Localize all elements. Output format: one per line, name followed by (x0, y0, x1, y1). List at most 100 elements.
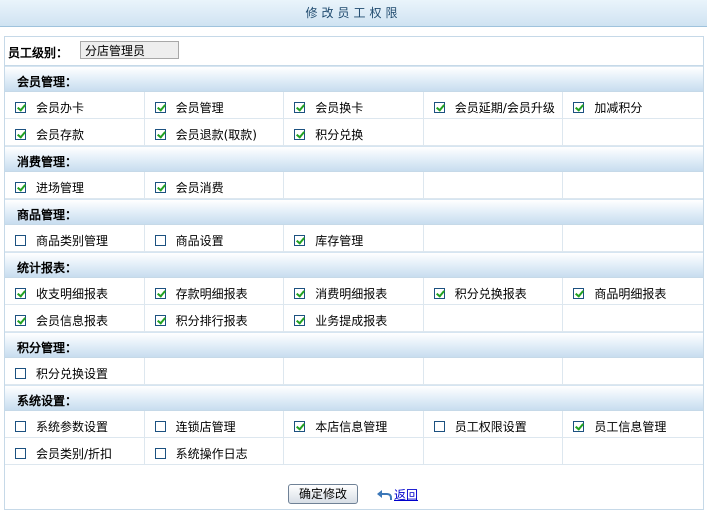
permission-checkbox[interactable] (154, 182, 166, 193)
permission-checkbox[interactable] (15, 129, 26, 140)
permission-cell: 会员信息报表 (5, 305, 145, 332)
permission-label: 商品明细报表 (594, 287, 667, 301)
permission-row: 会员存款 会员退款(取款) 积分兑换 (5, 119, 703, 146)
permission-cell: 积分排行报表 (145, 305, 285, 332)
permission-checkbox[interactable] (154, 288, 166, 299)
permission-item[interactable]: 加减积分 (573, 99, 642, 116)
permission-checkbox[interactable] (154, 129, 166, 140)
permission-checkbox[interactable] (433, 102, 445, 113)
permission-item[interactable]: 会员延期/会员升级 (433, 99, 555, 116)
permission-item[interactable]: 连锁店管理 (154, 418, 236, 435)
permission-cell: 积分兑换设置 (5, 358, 145, 385)
permission-cell (424, 225, 564, 252)
permission-checkbox[interactable] (15, 102, 26, 113)
permission-label: 商品设置 (175, 234, 224, 248)
permission-item[interactable]: 商品类别管理 (15, 232, 108, 249)
form-footer: 确定修改 返回 (5, 480, 703, 509)
section-title: 统计报表： (17, 261, 78, 275)
permission-item[interactable]: 积分兑换报表 (433, 285, 527, 302)
permission-checkbox[interactable] (154, 235, 166, 246)
permission-label: 业务提成报表 (315, 314, 388, 328)
permission-label: 存款明细报表 (175, 287, 248, 301)
permission-label: 连锁店管理 (175, 420, 236, 434)
permission-label: 会员管理 (175, 101, 224, 115)
permission-cell (284, 438, 424, 465)
permission-item[interactable]: 进场管理 (15, 179, 84, 196)
permission-checkbox[interactable] (15, 421, 26, 432)
permission-label: 系统操作日志 (175, 447, 248, 461)
permission-item[interactable]: 会员办卡 (15, 99, 84, 116)
permission-checkbox[interactable] (15, 315, 26, 326)
permission-item[interactable]: 会员存款 (15, 126, 84, 143)
permission-item[interactable]: 库存管理 (294, 232, 363, 249)
permission-cell: 会员换卡 (284, 92, 424, 119)
permission-row: 积分兑换设置 (5, 358, 703, 385)
section-header: 会员管理： (5, 66, 703, 92)
permission-checkbox[interactable] (15, 288, 26, 299)
permission-cell: 库存管理 (284, 225, 424, 252)
permission-cell: 进场管理 (5, 172, 145, 199)
permission-item[interactable]: 收支明细报表 (15, 285, 108, 302)
permission-checkbox[interactable] (294, 129, 306, 140)
permission-checkbox[interactable] (573, 102, 585, 113)
permission-item[interactable]: 积分排行报表 (154, 312, 248, 329)
permission-cell: 会员消费 (145, 172, 285, 199)
permission-cell: 会员退款(取款) (145, 119, 285, 146)
permission-checkbox[interactable] (154, 421, 166, 432)
permission-item[interactable]: 积分兑换 (294, 126, 363, 143)
permission-cell: 员工权限设置 (424, 411, 564, 438)
permission-item[interactable]: 业务提成报表 (294, 312, 387, 329)
permission-label: 积分兑换 (315, 128, 364, 142)
permission-item[interactable]: 系统操作日志 (154, 445, 248, 462)
permission-item[interactable]: 会员类别/折扣 (15, 445, 112, 462)
permission-cell (563, 305, 703, 332)
permission-checkbox[interactable] (154, 448, 166, 459)
permission-item[interactable]: 会员退款(取款) (154, 126, 257, 143)
permission-item[interactable]: 消费明细报表 (294, 285, 387, 302)
permission-checkbox[interactable] (15, 182, 26, 193)
permission-label: 员工权限设置 (454, 420, 527, 434)
permission-cell: 员工信息管理 (563, 411, 703, 438)
permission-item[interactable]: 会员管理 (154, 99, 224, 116)
back-link-group[interactable]: 返回 (376, 486, 418, 503)
permission-checkbox[interactable] (433, 288, 445, 299)
permission-item[interactable]: 系统参数设置 (15, 418, 108, 435)
permission-checkbox[interactable] (433, 421, 445, 432)
permission-item[interactable]: 会员换卡 (294, 99, 363, 116)
permission-cell: 本店信息管理 (284, 411, 424, 438)
permission-checkbox[interactable] (294, 288, 306, 299)
permission-checkbox[interactable] (15, 368, 26, 379)
permission-cell (424, 358, 564, 385)
permission-item[interactable]: 会员消费 (154, 179, 224, 196)
page-title-bar: 修改员工权限 (0, 0, 707, 27)
permission-checkbox[interactable] (154, 315, 166, 326)
permission-cell: 会员存款 (5, 119, 145, 146)
permission-item[interactable]: 商品设置 (154, 232, 224, 249)
permission-checkbox[interactable] (573, 288, 585, 299)
permission-item[interactable]: 积分兑换设置 (15, 365, 108, 382)
permission-checkbox[interactable] (15, 448, 26, 459)
permission-row: 会员类别/折扣 系统操作日志 (5, 438, 703, 465)
permission-label: 会员消费 (175, 181, 224, 195)
back-link[interactable]: 返回 (394, 486, 418, 503)
confirm-modify-button[interactable]: 确定修改 (288, 484, 358, 504)
permission-item[interactable]: 商品明细报表 (573, 285, 666, 302)
permission-item[interactable]: 会员信息报表 (15, 312, 108, 329)
permission-item[interactable]: 员工信息管理 (573, 418, 666, 435)
permission-checkbox[interactable] (15, 235, 26, 246)
employee-level-row: 员工级别： 分店管理员 (5, 37, 703, 66)
permission-checkbox[interactable] (294, 235, 306, 246)
permission-checkbox[interactable] (294, 102, 306, 113)
permission-label: 会员信息报表 (36, 314, 109, 328)
permission-item[interactable]: 本店信息管理 (294, 418, 387, 435)
permission-cell (284, 172, 424, 199)
back-arrow-icon (377, 489, 392, 500)
permission-checkbox[interactable] (294, 421, 306, 432)
permission-item[interactable]: 员工权限设置 (433, 418, 527, 435)
permission-checkbox[interactable] (573, 421, 585, 432)
permission-checkbox[interactable] (154, 102, 166, 113)
section-title: 系统设置： (17, 394, 78, 408)
permission-cell: 会员延期/会员升级 (424, 92, 564, 119)
permission-checkbox[interactable] (294, 315, 306, 326)
permission-item[interactable]: 存款明细报表 (154, 285, 248, 302)
